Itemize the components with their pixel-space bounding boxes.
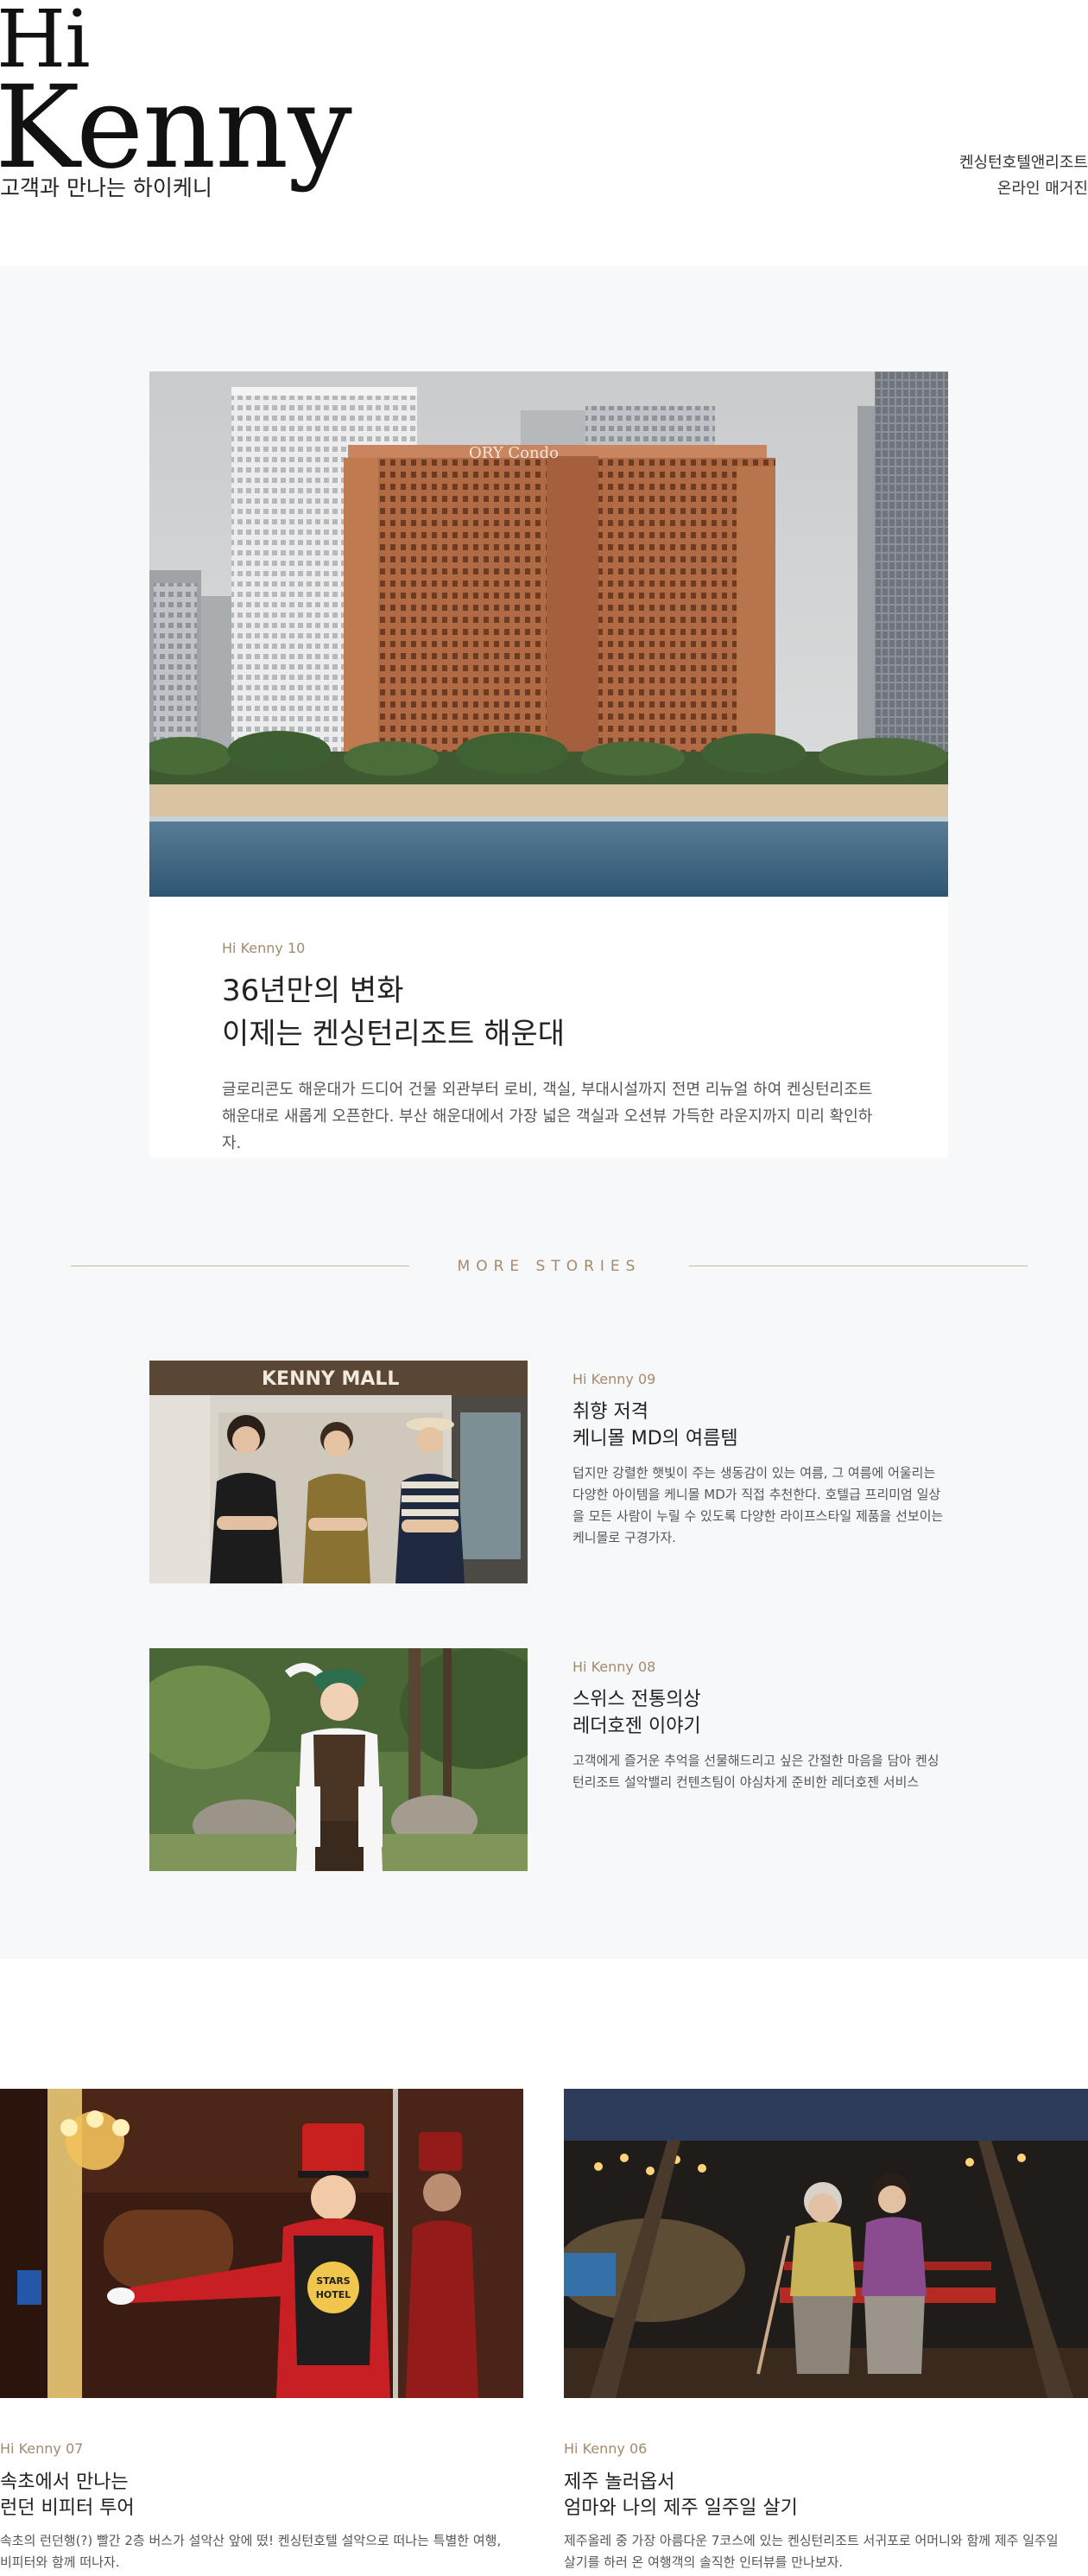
story-thumbnail[interactable]: KENNY MALL xyxy=(149,1361,528,1583)
story-card-image[interactable] xyxy=(564,2089,1088,2398)
tagline-line2: 온라인 매거진 xyxy=(996,180,1088,198)
card-headline[interactable]: 제주 놀러옵서 엄마와 나의 제주 일주일 살기 xyxy=(564,2470,1088,2522)
story-headline[interactable]: 스위스 전통의상 레더호젠 이야기 xyxy=(572,1686,944,1740)
card-issue-label: Hi Kenny 07 xyxy=(0,2440,84,2457)
jeju-mother-daughter-photo xyxy=(564,2089,1088,2398)
tagline-line1: 켄싱턴호텔앤리조트 xyxy=(958,154,1088,172)
featured-story-text: Hi Kenny 10 36년만의 변화 이제는 켄싱턴리조트 해운대 글로리콘… xyxy=(222,914,876,1157)
story-issue-label: Hi Kenny 09 xyxy=(572,1371,656,1387)
beefeater-guard-photo: STARS HOTEL xyxy=(0,2089,523,2398)
badge-text-hotel: HOTEL xyxy=(316,2289,351,2300)
story-description: 고객에게 즐거운 추억을 선물해드리고 싶은 간절한 마음을 담아 켄싱턴리조트… xyxy=(572,1753,939,1790)
featured-headline-line2: 이제는 켄싱턴리조트 해운대 xyxy=(222,1017,565,1051)
mall-sign-text: KENNY MALL xyxy=(262,1368,399,1390)
story-description: 덥지만 강렬한 햇빛이 주는 생동감이 있는 여름, 그 여름에 어울리는 다양… xyxy=(572,1465,944,1545)
story-card-text: Hi Kenny 07 속초에서 만나는 런던 비피터 투어 속초의 런던행(?… xyxy=(0,2440,553,2573)
more-stories-label: MORE STORIES xyxy=(457,1258,642,1275)
building-sign-text: ORY Condo xyxy=(469,444,559,462)
story-card-image[interactable]: STARS HOTEL xyxy=(0,2089,523,2398)
card-headline-line1: 제주 놀러옵서 xyxy=(564,2471,675,2493)
card-headline[interactable]: 속초에서 만나는 런던 비피터 투어 xyxy=(0,2470,553,2522)
card-description-line1: 제주올레 중 가장 아름다운 7코스에 있는 켄싱턴리조트 서귀포로 어머니와 … xyxy=(564,2533,1059,2548)
header-tagline: 켄싱턴호텔앤리조트 온라인 매거진 xyxy=(950,150,1088,202)
featured-headline[interactable]: 36년만의 변화 이제는 켄싱턴리조트 해운대 xyxy=(222,969,876,1056)
magazine-subtitle: 고객과 만나는 하이케니 xyxy=(0,175,212,200)
story-issue-label: Hi Kenny 08 xyxy=(572,1659,656,1675)
more-stories-divider: MORE STORIES xyxy=(71,1256,1028,1277)
card-description: 제주올레 중 가장 아름다운 7코스에 있는 켄싱턴리조트 서귀포로 어머니와 … xyxy=(564,2530,1088,2573)
title-kenny: Kenny xyxy=(0,61,352,194)
story-text: Hi Kenny 09 취향 저격 케니몰 MD의 여름템 덥지만 강렬한 햇빛… xyxy=(572,1371,944,1549)
card-issue-label: Hi Kenny 06 xyxy=(564,2440,648,2457)
story-headline-line1: 취향 저격 xyxy=(572,1401,648,1423)
story-headline-line1: 스위스 전통의상 xyxy=(572,1689,701,1710)
featured-issue-label: Hi Kenny 10 xyxy=(222,940,306,956)
story-headline[interactable]: 취향 저격 케니몰 MD의 여름템 xyxy=(572,1399,944,1452)
story-thumbnail[interactable] xyxy=(149,1648,528,1871)
story-headline-line2: 케니몰 MD의 여름템 xyxy=(572,1428,738,1450)
card-headline-line2: 런던 비피터 투어 xyxy=(0,2497,135,2519)
story-text: Hi Kenny 08 스위스 전통의상 레더호젠 이야기 고객에게 즐거운 추… xyxy=(572,1659,944,1793)
story-card-kenny-06[interactable]: Hi Kenny 06 제주 놀러옵서 엄마와 나의 제주 일주일 살기 제주올… xyxy=(564,2089,1088,2576)
featured-headline-line1: 36년만의 변화 xyxy=(222,974,404,1008)
featured-description: 글로리콘도 해운대가 드디어 건물 외관부터 로비, 객실, 부대시설까지 전면… xyxy=(222,1081,873,1152)
story-item-kenny-08[interactable]: Hi Kenny 08 스위스 전통의상 레더호젠 이야기 고객에게 즐거운 추… xyxy=(149,1648,948,1871)
story-card-text: Hi Kenny 06 제주 놀러옵서 엄마와 나의 제주 일주일 살기 제주올… xyxy=(564,2440,1088,2573)
badge-text-stars: STARS xyxy=(316,2275,351,2287)
featured-story-card[interactable]: ORY Condo Hi Kenny 10 36년만의 변화 이제는 켄싱턴리조… xyxy=(149,371,948,1158)
card-description-line1: 속초의 런던행(?) 빨간 2층 버스가 설악산 앞에 떴! 켄싱턴호텔 설악으… xyxy=(0,2533,502,2548)
card-description-line2: 비피터와 함께 떠나자. xyxy=(0,2554,120,2570)
story-item-kenny-09[interactable]: KENNY MALL Hi Kenny 09 취향 저격 케니몰 MD의 여름템… xyxy=(149,1361,948,1583)
haeundae-resort-photo: ORY Condo xyxy=(149,371,948,897)
story-headline-line2: 레더호젠 이야기 xyxy=(572,1716,701,1737)
card-description-line2: 살기를 하러 온 여행객의 솔직한 인터뷰를 만나보자. xyxy=(564,2554,844,2570)
featured-story-image[interactable]: ORY Condo xyxy=(149,371,948,897)
lederhosen-staff-photo xyxy=(149,1648,528,1871)
card-headline-line1: 속초에서 만나는 xyxy=(0,2471,129,2493)
card-description: 속초의 런던행(?) 빨간 2층 버스가 설악산 앞에 떴! 켄싱턴호텔 설악으… xyxy=(0,2530,553,2573)
kenny-mall-staff-photo: KENNY MALL xyxy=(149,1361,528,1583)
card-headline-line2: 엄마와 나의 제주 일주일 살기 xyxy=(564,2497,798,2519)
